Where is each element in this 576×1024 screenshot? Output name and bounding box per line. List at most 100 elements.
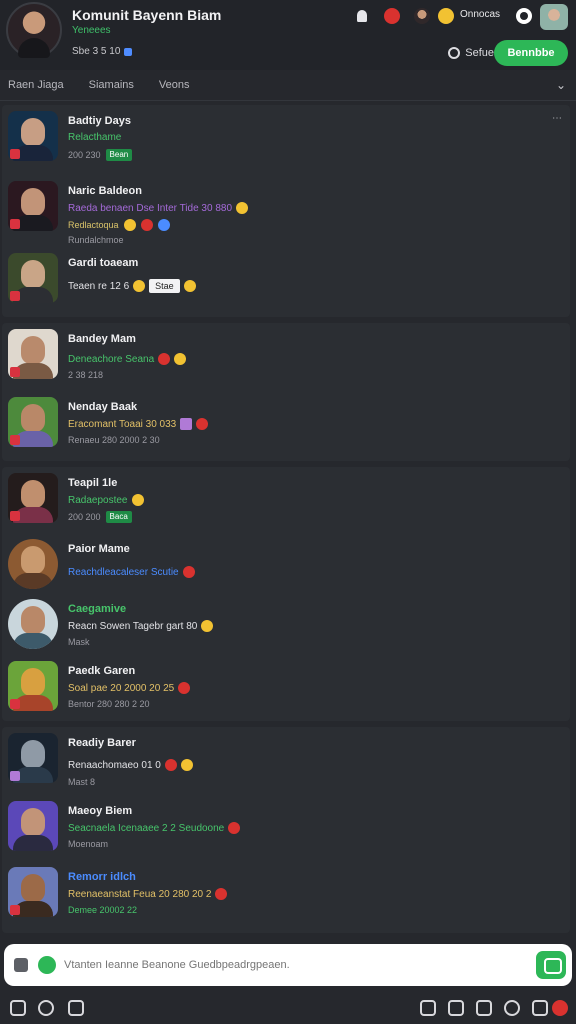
avatar: [8, 397, 58, 447]
member-meta: Mask: [68, 637, 90, 647]
member-list: Badtiy Days Relacthame 200 230 Bean ⋯ Nar…: [0, 101, 576, 936]
list-item[interactable]: Remorr idlch Reenaeanstat Feua 20 280 20…: [2, 861, 570, 927]
list-item[interactable]: Gardi toaeam Teaen re 12 6 Stae: [2, 247, 570, 317]
explore-icon[interactable]: [504, 1000, 520, 1016]
community-avatar[interactable]: [6, 2, 62, 58]
friend-avatar-icon[interactable]: [414, 8, 430, 24]
member-name: Readiy Barer: [68, 737, 136, 749]
header-bar: Komunit Bayenn Biam Yeneees Sbe 3 5 10 O…: [0, 0, 576, 70]
group-box: Teapil 1le Radaepostee 200 200 Baca Paior…: [2, 467, 570, 721]
files-icon[interactable]: [448, 1000, 464, 1016]
member-status: Teaen re 12 6 Stae: [68, 279, 196, 293]
settings-label: Sefue: [465, 47, 494, 59]
list-item[interactable]: Badtiy Days Relacthame 200 230 Bean ⋯: [2, 105, 570, 175]
member-meta: Demee 20002 22: [68, 905, 138, 915]
member-meta: 200 200 Baca: [68, 511, 132, 523]
apple-icon[interactable]: [384, 8, 400, 24]
bottom-toolbar: [0, 990, 576, 1024]
member-name: Maeoy Biem: [68, 805, 133, 817]
settings-button[interactable]: Sefue: [448, 40, 494, 66]
avatar: [8, 801, 58, 851]
list-item[interactable]: Naric Baldeon Raeda benaen Dse Inter Tid…: [2, 175, 570, 247]
notification-icon[interactable]: [354, 8, 370, 24]
list-item[interactable]: Caegamive Reacn Sowen Tagebr gart 80 Mas…: [2, 593, 570, 655]
member-name: Remorr idlch: [68, 871, 136, 883]
avatar: [8, 181, 58, 231]
member-name: Nenday Baak: [68, 401, 138, 413]
emoji-icon[interactable]: [38, 956, 56, 974]
avatar: [8, 329, 58, 379]
member-meta: Mast 8: [68, 777, 96, 787]
community-title: Komunit Bayenn Biam: [72, 7, 222, 23]
profile-avatar[interactable]: [540, 4, 568, 30]
member-meta: 200 230 Bean: [68, 149, 133, 161]
avatar: [8, 253, 58, 303]
member-status: Reacn Sowen Tagebr gart 80: [68, 620, 214, 632]
member-name: Caegamive: [68, 603, 127, 615]
avatar: [8, 733, 58, 783]
stats-text: Sbe 3 5 10: [72, 46, 121, 57]
tab-recent[interactable]: Raen Jiaga: [8, 79, 64, 91]
emoji-icon[interactable]: [438, 8, 454, 24]
more-icon[interactable]: ⋯: [552, 113, 562, 124]
message-input[interactable]: [64, 957, 524, 973]
avatar: [8, 473, 58, 523]
member-name: Gardi toaeam: [68, 257, 139, 269]
group-box: Readiy Barer Renaachomaeo 01 0 Mast 8 Ma…: [2, 727, 570, 933]
list-item[interactable]: Readiy Barer Renaachomaeo 01 0 Mast 8: [2, 727, 570, 795]
avatar: [8, 661, 58, 711]
member-meta: Moenoam: [68, 839, 109, 849]
message-composer: [4, 944, 572, 986]
avatar: [8, 867, 58, 917]
member-status: Raeda benaen Dse Inter Tide 30 880: [68, 202, 249, 214]
list-item[interactable]: Teapil 1le Radaepostee 200 200 Baca: [2, 467, 570, 533]
tab-voice[interactable]: Veons: [159, 79, 190, 91]
group-box: Bandey Mam Deneachore Seana 2 38 218 Nen…: [2, 323, 570, 461]
avatar: [8, 111, 58, 161]
member-name: Bandey Mam: [68, 333, 136, 345]
member-extra: Rundalchmoe: [68, 235, 124, 245]
join-label: Bennbbe: [507, 47, 555, 59]
avatar: [8, 599, 58, 649]
notify-icon[interactable]: [420, 1000, 436, 1016]
community-stats: Sbe 3 5 10: [72, 46, 133, 57]
alert-icon[interactable]: [552, 1000, 568, 1016]
send-button[interactable]: [536, 951, 566, 979]
attach-icon[interactable]: [14, 958, 28, 972]
record-icon[interactable]: [516, 8, 532, 24]
list-item[interactable]: Nenday Baak Eracomant Toaai 30 033 Renae…: [2, 391, 570, 461]
member-status: Relacthame: [68, 132, 122, 143]
gear-icon: [448, 47, 461, 59]
member-meta: 2 38 218: [68, 370, 104, 380]
sticker-icon[interactable]: [68, 1000, 84, 1016]
member-meta: Redlactoqua: [68, 219, 170, 231]
member-status: Reenaeanstat Feua 20 280 20 2: [68, 888, 228, 900]
tab-bar: Raen Jiaga Siamains Veons ⌄: [0, 70, 576, 100]
list-item[interactable]: Paior Mame Reachdleacaleser Scutie: [2, 533, 570, 593]
member-name: Paior Mame: [68, 543, 130, 555]
member-name: Teapil 1le: [68, 477, 118, 489]
member-status: Radaepostee: [68, 494, 144, 506]
chevron-down-icon[interactable]: ⌄: [556, 78, 566, 92]
chat-icon[interactable]: [476, 1000, 492, 1016]
member-status: Seacnaela Icenaaee 2 2 Seudoone: [68, 822, 241, 834]
header-user-label: Onnocas: [460, 9, 501, 20]
inbox-icon[interactable]: [532, 1000, 548, 1016]
list-item[interactable]: Maeoy Biem Seacnaela Icenaaee 2 2 Seudoo…: [2, 795, 570, 861]
gallery-icon[interactable]: [10, 1000, 26, 1016]
stats-icon: [124, 47, 133, 56]
member-status: Renaachomaeo 01 0: [68, 759, 193, 771]
member-name: Naric Baldeon: [68, 185, 142, 197]
join-button[interactable]: Bennbbe: [494, 40, 568, 66]
group-box: Badtiy Days Relacthame 200 230 Bean ⋯ Nar…: [2, 105, 570, 317]
list-item[interactable]: Paedk Garen Soal pae 20 2000 20 25 Bento…: [2, 655, 570, 721]
member-name: Badtiy Days: [68, 115, 131, 127]
member-name: Paedk Garen: [68, 665, 136, 677]
tab-members[interactable]: Siamains: [89, 79, 134, 91]
member-status: Soal pae 20 2000 20 25: [68, 682, 191, 694]
member-meta: Renaeu 280 2000 2 30: [68, 435, 160, 445]
voice-icon[interactable]: [38, 1000, 54, 1016]
member-status: Deneachore Seana: [68, 353, 187, 365]
list-item[interactable]: Bandey Mam Deneachore Seana 2 38 218: [2, 323, 570, 391]
avatar: [8, 539, 58, 589]
